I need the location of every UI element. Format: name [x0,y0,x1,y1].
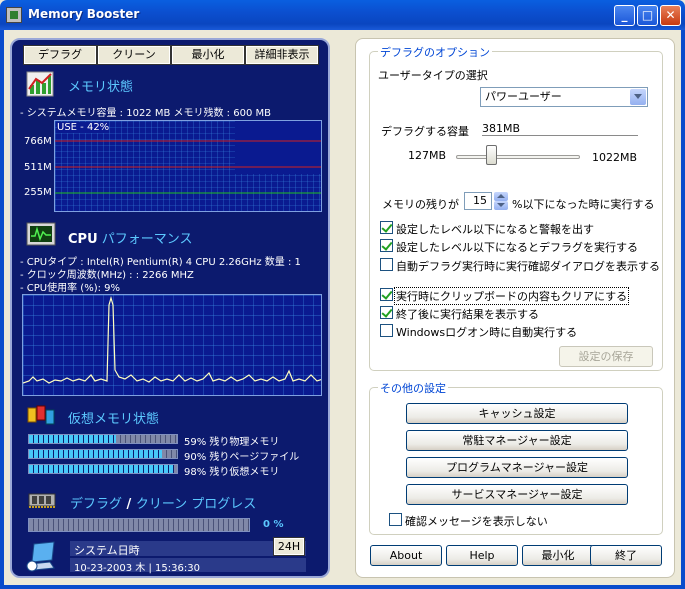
virtual-memory-bar [28,464,178,474]
minimize-footer-button[interactable]: 最小化 [522,545,594,566]
about-button[interactable]: About [370,545,442,566]
exit-button[interactable]: 終了 [590,545,662,566]
confirm-dialog-checkbox[interactable] [380,258,393,271]
clear-clipboard-label[interactable]: 実行時にクリップボードの内容もクリアにする [394,287,630,305]
resident-manager-button[interactable]: 常駐マネージャー設定 [406,430,628,451]
progress-title-rest: クリーン プログレス [135,497,257,512]
virtual-memory-title: 仮想メモリ状態 [68,412,160,427]
remaining-suffix: %以下になった時に実行する [512,198,655,211]
cpu-title-strong: CPU [68,232,98,247]
memory-tick-255: 255M [24,187,52,198]
logon-run-label[interactable]: Windowsログオン時に自動実行する [396,324,577,340]
memory-use-label: USE - 42% [57,122,110,133]
logon-run-checkbox[interactable] [380,324,393,337]
physical-memory-bar [28,434,178,444]
page-file-bar [28,449,178,459]
memory-tick-511: 511M [24,162,52,173]
computer-clock-icon [26,541,55,572]
options-panel: デフラグのオプション ユーザータイプの選択 パワーユーザー デフラグする容量 3… [355,38,675,578]
show-result-checkbox[interactable] [380,306,393,319]
memory-tick-766: 766M [24,136,52,147]
hour-mode-button[interactable]: 24H [273,537,305,556]
hide-confirm-label[interactable]: 確認メッセージを表示しない [405,513,548,529]
defrag-progress-value: 0 % [263,519,284,530]
defrag-progress-bar [28,518,250,532]
service-manager-button[interactable]: サービスマネージャー設定 [406,484,628,505]
capacity-slider-track[interactable] [456,155,580,159]
user-type-value: パワーユーザー [485,90,562,103]
alarm-checkbox[interactable] [380,221,393,234]
save-settings-button[interactable]: 設定の保存 [559,346,653,367]
progress-title-sep: / [122,497,136,512]
chevron-up-icon [497,194,505,198]
capacity-label: デフラグする容量 [381,125,469,138]
show-result-label[interactable]: 終了後に実行結果を表示する [396,306,539,322]
chevron-down-icon[interactable] [630,89,646,105]
clock-label: システム日時 [74,544,140,557]
remaining-label: メモリの残りが [382,198,459,211]
virtual-memory-icon [27,405,55,425]
other-settings-title: その他の設定 [378,380,448,396]
auto-defrag-label[interactable]: 設定したレベル以下になるとデフラグを実行する [396,239,638,255]
hide-details-button[interactable]: 詳細非表示 [245,45,319,65]
physical-memory-label: 59% 残り物理メモリ [184,437,280,448]
close-window-button[interactable]: ✕ [660,5,681,26]
capacity-slider-thumb[interactable] [486,145,498,165]
cpu-section-title: CPU パフォーマンス [68,228,193,247]
memory-chart-icon [26,71,54,97]
status-panel: デフラグ クリーン 最小化 詳細非表示 メモリ状態 - システムメモリ容量 : … [10,38,330,578]
memory-chip-icon [28,493,56,508]
memory-section-title: メモリ状態 [68,80,134,95]
title-bar[interactable]: Memory Booster _ □ ✕ [0,0,685,30]
minimize-window-button[interactable]: _ [614,5,635,26]
slider-min-label: 127MB [408,149,447,162]
maximize-window-button[interactable]: □ [637,5,658,26]
window-title: Memory Booster [28,7,140,21]
user-type-select[interactable]: パワーユーザー [480,87,648,107]
clock-value-bar: 10-23-2003 木 | 15:36:30 [70,558,306,574]
cpu-usage: - CPU使用率 (%): 9% [20,283,121,294]
program-manager-button[interactable]: プログラムマネージャー設定 [406,457,628,478]
virtual-memory-label: 98% 残り仮想メモリ [184,467,280,478]
cpu-monitor-icon [26,222,56,246]
app-icon [6,7,22,23]
cache-settings-button[interactable]: キャッシュ設定 [406,403,628,424]
confirm-dialog-label[interactable]: 自動デフラグ実行時に実行確認ダイアログを表示する [396,258,660,274]
clock-value: 10-23-2003 木 | 15:36:30 [74,563,200,574]
clock-label-bar: システム日時 [70,541,306,557]
hide-confirm-checkbox[interactable] [389,513,402,526]
alarm-label[interactable]: 設定したレベル以下になると警報を出す [396,221,594,237]
minimize-button[interactable]: 最小化 [171,45,245,65]
clear-clipboard-checkbox[interactable] [380,288,393,301]
clean-button[interactable]: クリーン [97,45,171,65]
chevron-down-icon [497,203,505,207]
defrag-options-title: デフラグのオプション [378,44,492,60]
memory-usage-graph: USE - 42% [54,120,322,212]
progress-section-title: デフラグ / クリーン プログレス [70,493,256,512]
cpu-usage-graph [22,294,322,396]
spin-down-button[interactable] [494,201,508,210]
remaining-threshold-input[interactable]: 15 [464,192,492,210]
page-file-label: 90% 残りページファイル [184,452,300,463]
auto-defrag-checkbox[interactable] [380,239,393,252]
help-button[interactable]: Help [446,545,518,566]
cpu-title-rest: パフォーマンス [97,232,193,247]
user-type-label: ユーザータイプの選択 [378,69,488,82]
slider-max-label: 1022MB [592,151,638,164]
memory-info: - システムメモリ容量 : 1022 MB メモリ残数 : 600 MB [20,108,271,119]
spin-up-button[interactable] [494,192,508,201]
capacity-value: 381MB [482,122,638,136]
defrag-button[interactable]: デフラグ [23,45,97,65]
progress-title-defrag: デフラグ [70,497,123,512]
